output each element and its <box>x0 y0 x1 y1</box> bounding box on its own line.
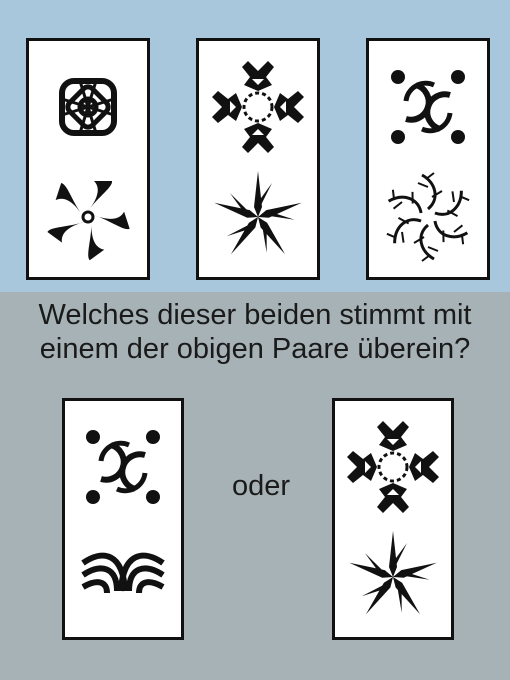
question-line-2: einem der obigen Paare überein? <box>39 333 471 365</box>
celtic-ring-dots-icon <box>65 401 181 637</box>
option-card-right[interactable] <box>332 398 454 640</box>
connector-text: oder <box>231 470 291 502</box>
pair-card-3[interactable] <box>366 38 490 280</box>
pair-card-1[interactable] <box>26 38 150 280</box>
celtic-ring-dots-icon <box>369 41 487 277</box>
tribal-cross-icon <box>199 41 317 277</box>
question-text: Welches dieser beiden stimmt mit einem d… <box>0 298 510 366</box>
pair-card-2[interactable] <box>196 38 320 280</box>
tribal-cross-icon <box>335 401 451 637</box>
option-card-left[interactable] <box>62 398 184 640</box>
question-line-1: Welches dieser beiden stimmt mit <box>38 299 472 331</box>
celtic-knot-square-icon <box>29 41 147 277</box>
